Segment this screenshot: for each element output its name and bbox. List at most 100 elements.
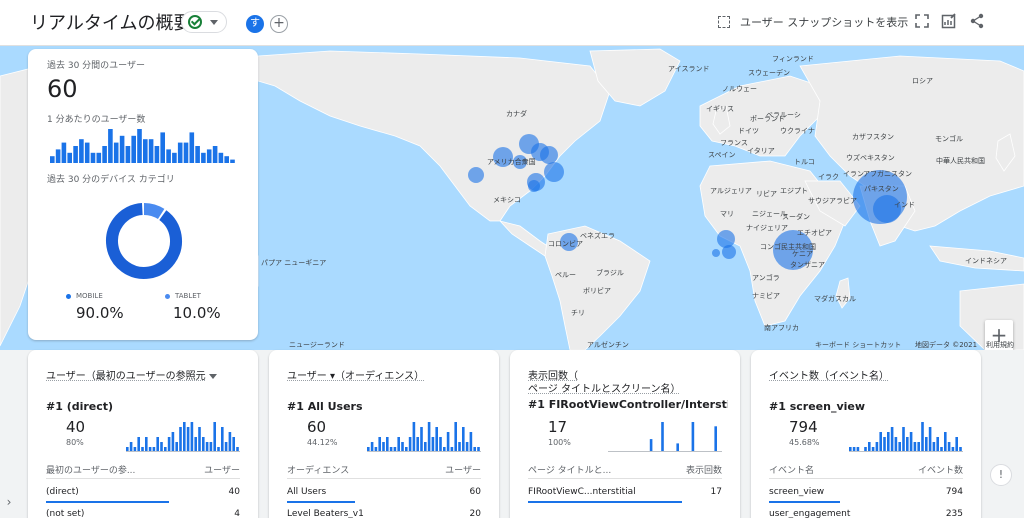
chevron-down-icon <box>208 373 217 379</box>
card-sparkline <box>849 422 963 452</box>
snapshot-label: ユーザー スナップショットを表示 <box>740 16 909 29</box>
legend-tablet: TABLET <box>165 292 201 300</box>
card-col-right-header: 表示回数 <box>685 466 722 476</box>
table-row[interactable]: (direct) 40 <box>46 487 240 503</box>
spark-bar <box>427 422 431 452</box>
spark-bar <box>883 437 886 452</box>
map-label: フィンランド <box>772 55 814 63</box>
view-user-snapshot-button[interactable]: ユーザー スナップショットを表示 <box>718 12 908 32</box>
table-row[interactable]: FIRootViewC...nterstitial 17 <box>528 487 722 503</box>
customize-report-icon[interactable] <box>940 12 958 30</box>
row-label: (direct) <box>46 487 79 497</box>
comparison-avatar[interactable]: す <box>246 15 264 33</box>
per-minute-bar <box>79 139 84 163</box>
add-comparison-button[interactable]: + <box>270 15 288 33</box>
per-minute-bar <box>67 152 72 163</box>
card-top-item: #1 (direct) <box>46 400 114 413</box>
map-label: アンゴラ <box>752 274 780 282</box>
table-row[interactable]: user_engagement 235 <box>769 509 963 518</box>
map-label: パキスタン <box>864 185 899 193</box>
per-minute-bar <box>143 139 148 163</box>
spark-bar <box>898 442 901 452</box>
check-circle-icon <box>188 15 202 29</box>
card-top-percent: 100% <box>548 438 571 447</box>
card-title-text: ユーザー ▾（オーディエンス） <box>287 371 425 382</box>
legend-mobile-label: MOBILE <box>76 292 103 300</box>
spark-bar <box>462 427 465 452</box>
spark-bar <box>458 442 461 452</box>
spark-bar <box>186 427 190 452</box>
per-minute-bar <box>206 149 212 163</box>
table-row[interactable]: screen_view 794 <box>769 487 963 503</box>
per-minute-bar <box>50 156 55 163</box>
map-label: トルコ <box>794 158 815 166</box>
map-terms-link[interactable]: 利用規約 <box>986 340 1014 350</box>
card-title[interactable]: イベント数（イベント名） <box>769 370 969 383</box>
table-row[interactable]: Level Beaters_v1 20 <box>287 509 481 518</box>
per-minute-bar <box>55 149 61 163</box>
spark-bar <box>183 422 186 452</box>
spark-bar <box>465 442 469 452</box>
row-value: 40 <box>228 487 240 497</box>
spark-bar <box>868 442 871 452</box>
legend-dot <box>66 293 71 299</box>
spark-bar <box>382 442 385 452</box>
per-minute-bar <box>218 152 224 163</box>
per-minute-bar <box>131 135 136 163</box>
card-title-text: 表示回数（ ページ タイトルとスクリーン名） <box>528 371 681 395</box>
per-minute-bar <box>177 142 183 163</box>
map-label: アルジェリア <box>710 187 752 195</box>
spark-bar <box>401 442 404 452</box>
expand-sidebar-button[interactable]: › <box>0 490 18 514</box>
legend-mobile: MOBILE <box>66 292 103 300</box>
spark-bar <box>955 437 958 452</box>
card-top-value: 60 <box>307 418 327 436</box>
row-value: 794 <box>945 487 963 497</box>
card-title[interactable]: ユーザー ▾（オーディエンス） <box>287 370 487 383</box>
fullscreen-icon[interactable] <box>913 12 931 30</box>
map-label: ベネズエラ <box>580 232 615 240</box>
table-row[interactable]: (not set) 4 <box>46 509 240 518</box>
spark-bar <box>917 442 920 452</box>
map-label: 南アフリカ <box>764 324 799 332</box>
spark-bar <box>378 437 381 452</box>
spark-bar <box>228 432 232 452</box>
spark-bar <box>913 442 917 452</box>
row-bar <box>769 501 840 503</box>
card-title-text: イベント数（イベント名） <box>769 371 889 382</box>
per-minute-bar <box>102 146 107 163</box>
table-row[interactable]: All Users 60 <box>287 487 481 503</box>
card-title[interactable]: 表示回数（ ページ タイトルとスクリーン名） <box>528 370 728 396</box>
per-minute-bar <box>90 152 96 163</box>
share-icon[interactable] <box>968 12 986 30</box>
spark-bar <box>714 426 717 452</box>
map-keyboard-shortcuts-link[interactable]: キーボード ショートカット <box>815 340 901 350</box>
spark-bar <box>167 437 171 452</box>
map-label: メキシコ <box>493 196 521 204</box>
map-label: エチオピア <box>797 229 832 237</box>
per-minute-bar <box>148 139 154 163</box>
spark-bar <box>936 437 939 452</box>
row-bar <box>46 501 170 503</box>
spark-bar <box>194 437 197 452</box>
users-last-30-label: 過去 30 分間のユーザー <box>47 61 145 71</box>
device-category-label: 過去 30 分のデバイス カテゴリ <box>47 175 175 185</box>
spark-bar <box>879 432 882 452</box>
spark-bar <box>179 427 182 452</box>
spark-bar <box>137 437 140 452</box>
data-status-dropdown[interactable] <box>181 11 227 33</box>
card-title[interactable]: ユーザー（最初のユーザーの参照元 <box>46 370 246 383</box>
map-label: スペイン <box>708 151 736 159</box>
map-label: ロシア <box>912 77 933 85</box>
per-minute-bar <box>61 142 67 163</box>
spark-bar <box>661 422 664 452</box>
feedback-button[interactable]: ! <box>990 464 1012 486</box>
per-minute-bar <box>189 132 195 163</box>
per-minute-bar <box>96 152 102 163</box>
spark-bar <box>190 422 194 452</box>
map-label: インドネシア <box>965 257 1007 265</box>
spark-bar <box>932 442 936 452</box>
spark-bar <box>944 432 947 452</box>
spark-bar <box>386 437 389 452</box>
card-top-item: #1 FIRootViewController/Interstitial <box>528 398 728 411</box>
